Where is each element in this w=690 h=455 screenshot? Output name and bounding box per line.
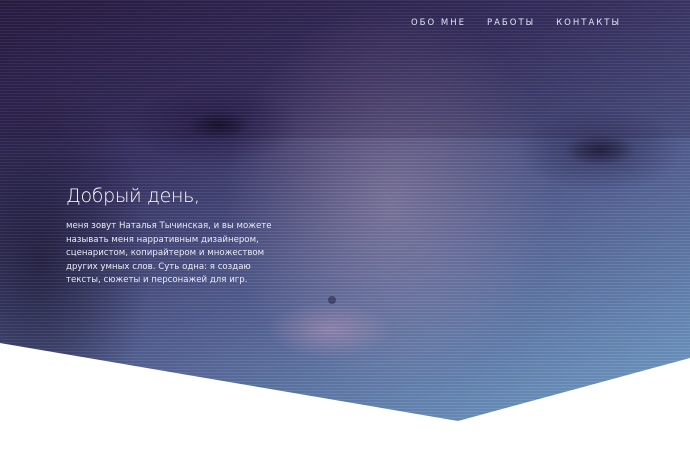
hero-photo-eye-right — [565, 135, 635, 165]
hero-photo-detail — [328, 296, 336, 304]
nav-item-works[interactable]: РАБОТЫ — [487, 18, 535, 28]
nav-item-about[interactable]: ОБО МНЕ — [411, 18, 466, 28]
page: ОБО МНЕ РАБОТЫ КОНТАКТЫ Добрый день, мен… — [0, 0, 690, 455]
intro-title: Добрый день, — [66, 185, 200, 207]
hero-photo-eye-left — [188, 112, 250, 138]
main-nav: ОБО МНЕ РАБОТЫ КОНТАКТЫ — [411, 18, 621, 28]
intro-text: меня зовут Наталья Тычинская, и вы может… — [66, 221, 272, 286]
intro-block: Добрый день, меня зовут Наталья Тычинска… — [66, 182, 286, 288]
nav-item-contacts[interactable]: КОНТАКТЫ — [556, 18, 621, 28]
